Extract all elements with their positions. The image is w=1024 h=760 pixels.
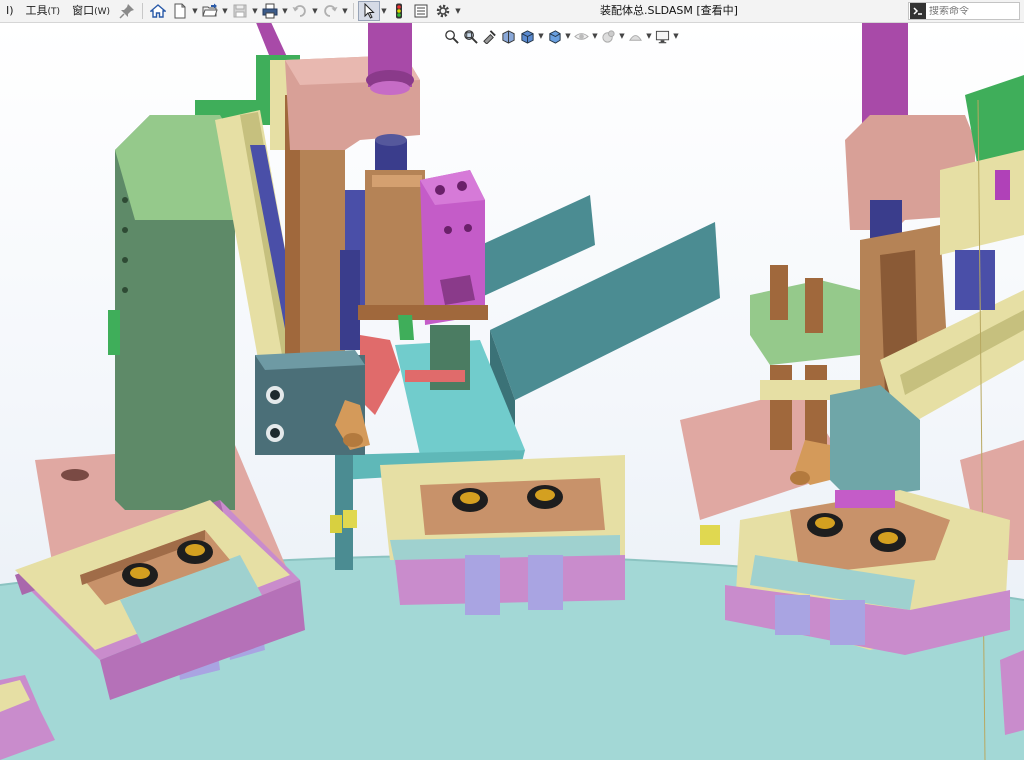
redo-icon[interactable] [319,1,341,21]
document-title: 装配体总.SLDASM [查看中] [600,4,738,17]
graphics-area[interactable] [0,23,1024,760]
view-orientation-icon[interactable] [518,26,537,46]
pin-icon[interactable] [116,1,138,21]
menu-item-tools[interactable]: 工具(T) [20,0,67,22]
print-dropdown-icon[interactable]: ▼ [281,1,289,21]
menu-item-window[interactable]: 窗口(W) [66,0,116,22]
open-dropdown-icon[interactable]: ▼ [221,1,229,21]
open-folder-icon[interactable] [199,1,221,21]
options-dropdown-icon[interactable]: ▼ [454,1,462,21]
scene-dropdown-icon[interactable]: ▼ [645,26,653,46]
display-monitor-icon[interactable] [653,26,672,46]
redo-dropdown-icon[interactable]: ▼ [341,1,349,21]
hide-show-dropdown-icon[interactable]: ▼ [591,26,599,46]
previous-view-icon[interactable] [480,26,499,46]
options-list-icon[interactable] [410,1,432,21]
display-style-dropdown-icon[interactable]: ▼ [564,26,572,46]
orientation-dropdown-icon[interactable]: ▼ [537,26,545,46]
toolbar-separator [142,3,143,19]
command-search-icon [910,3,926,19]
select-dropdown-icon[interactable]: ▼ [380,1,388,21]
zoom-area-icon[interactable] [461,26,480,46]
assembly-model-view [0,23,1024,760]
scene-icon[interactable] [626,26,645,46]
print-icon[interactable] [259,1,281,21]
menu-item-partial[interactable]: I) [0,0,20,22]
gear-icon[interactable] [432,1,454,21]
new-dropdown-icon[interactable]: ▼ [191,1,199,21]
save-icon[interactable] [229,1,251,21]
search-input[interactable] [929,5,1009,17]
select-arrow-icon[interactable] [358,1,380,21]
search-commands-box[interactable] [908,2,1020,20]
mold-fixture-middle [380,455,625,615]
monitor-dropdown-icon[interactable]: ▼ [672,26,680,46]
hide-show-icon[interactable] [572,26,591,46]
home-icon[interactable] [147,1,169,21]
toolbar-separator [353,3,354,19]
zoom-to-fit-icon[interactable] [442,26,461,46]
new-document-icon[interactable] [169,1,191,21]
display-style-icon[interactable] [545,26,564,46]
menu-bar: I) 工具(T) 窗口(W) ▼ ▼ ▼ ▼ ▼ ▼ ▼ ▼ [0,0,1024,23]
appearance-dropdown-icon[interactable]: ▼ [618,26,626,46]
undo-icon[interactable] [289,1,311,21]
section-view-icon[interactable] [499,26,518,46]
traffic-light-icon[interactable] [388,1,410,21]
appearance-icon[interactable] [599,26,618,46]
heads-up-view-toolbar: ▼ ▼ ▼ ▼ ▼ ▼ [442,26,680,46]
save-dropdown-icon[interactable]: ▼ [251,1,259,21]
undo-dropdown-icon[interactable]: ▼ [311,1,319,21]
